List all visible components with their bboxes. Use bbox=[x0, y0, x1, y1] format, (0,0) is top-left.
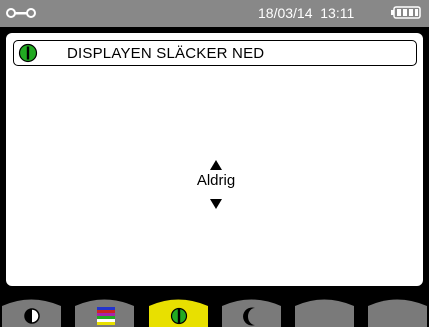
status-bar: 18/03/14 13:11 bbox=[0, 0, 429, 27]
battery-icon bbox=[391, 6, 421, 19]
setting-header: DISPLAYEN SLÄCKER NED bbox=[13, 40, 417, 66]
power-icon bbox=[18, 43, 38, 63]
tab-night-mode[interactable] bbox=[220, 290, 283, 327]
arrow-up-icon[interactable] bbox=[210, 160, 222, 170]
colors-icon bbox=[97, 307, 115, 325]
setting-value: Aldrig bbox=[196, 172, 236, 189]
wrench-icon bbox=[6, 8, 36, 18]
tab-colors[interactable] bbox=[73, 290, 136, 327]
device-screen: 18/03/14 13:11 DISPLAYEN SLÄCKER NED Ald… bbox=[0, 0, 429, 327]
tab-contrast[interactable] bbox=[0, 290, 63, 327]
date-time: 18/03/14 13:11 bbox=[258, 5, 355, 21]
arrow-down-icon[interactable] bbox=[210, 199, 222, 209]
value-selector[interactable]: Aldrig bbox=[186, 160, 246, 244]
setting-title: DISPLAYEN SLÄCKER NED bbox=[67, 45, 265, 62]
power-icon bbox=[170, 307, 188, 325]
settings-panel: DISPLAYEN SLÄCKER NED Aldrig bbox=[6, 33, 423, 286]
contrast-icon bbox=[24, 308, 40, 324]
tab-empty-1[interactable] bbox=[293, 290, 356, 327]
tab-power-off[interactable] bbox=[147, 290, 210, 327]
tab-empty-2[interactable] bbox=[366, 290, 429, 327]
